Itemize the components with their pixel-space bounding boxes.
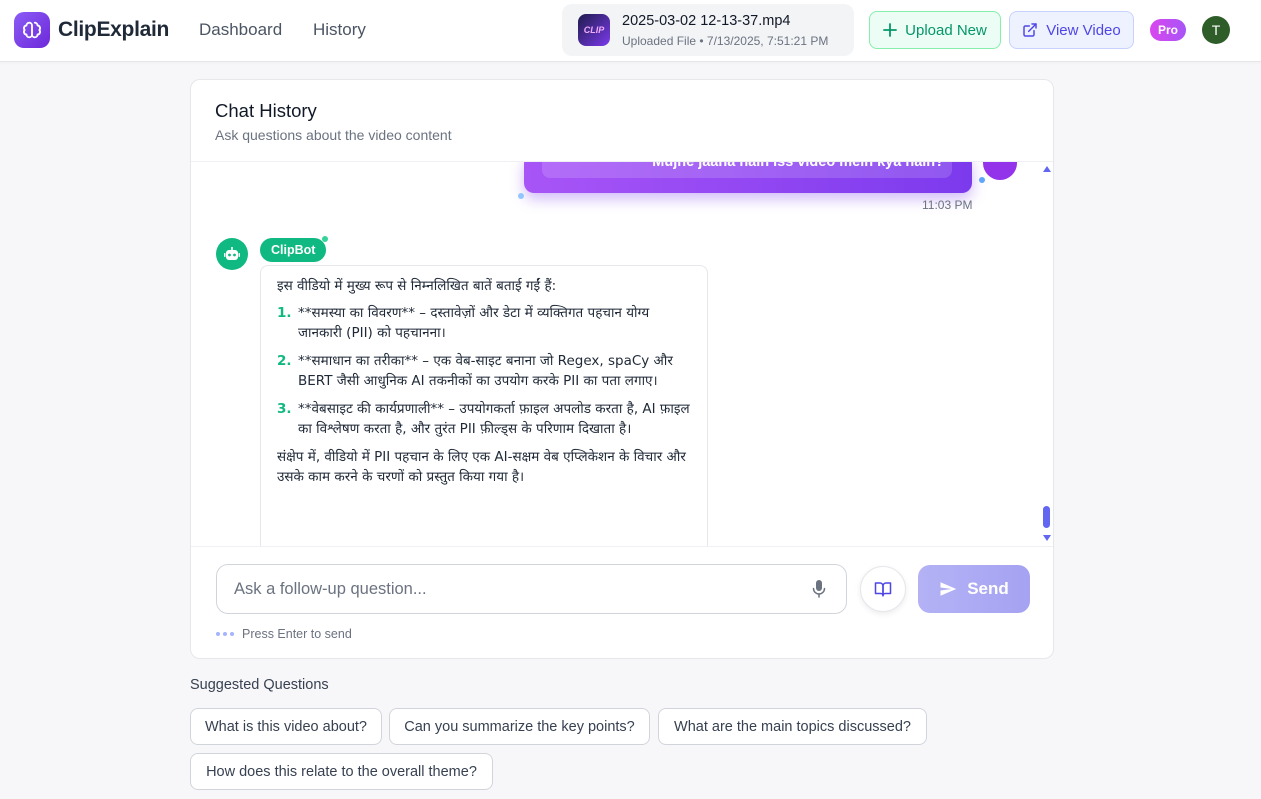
app-name: ClipExplain: [58, 18, 170, 41]
logo[interactable]: ClipExplain: [14, 12, 169, 48]
bot-summary-text: संक्षेप में, वीडियो में PII पहचान के लिए…: [277, 449, 686, 485]
brain-icon: [14, 12, 50, 48]
top-header: ClipExplain Dashboard History CLIP 2025-…: [0, 0, 1261, 62]
robot-icon: [216, 238, 248, 270]
chat-title: Chat History: [215, 100, 317, 121]
file-name: 2025-03-02 12-13-37.mp4: [622, 13, 791, 29]
nav-dashboard-link[interactable]: Dashboard: [199, 20, 282, 40]
user-message-bubble: Mujhe jaana hain iss video mein kya hain…: [524, 162, 972, 193]
upload-new-button[interactable]: Upload New: [869, 11, 1001, 49]
chat-panel: Chat History Ask questions about the vid…: [190, 79, 1054, 659]
list-number: 1.: [277, 305, 292, 321]
list-number: 3.: [277, 401, 292, 417]
user-message-avatar: [983, 162, 1017, 180]
suggestion-chip[interactable]: Can you summarize the key points?: [389, 708, 650, 745]
user-message-text: Mujhe jaana hain iss video mein kya hain…: [652, 162, 944, 170]
scroll-down-arrow-icon[interactable]: [1043, 535, 1051, 541]
send-hint: Press Enter to send: [216, 627, 352, 641]
scroll-up-arrow-icon[interactable]: [1043, 166, 1051, 172]
send-label: Send: [967, 579, 1009, 598]
external-link-icon: [1023, 23, 1037, 37]
view-video-button[interactable]: View Video: [1009, 11, 1134, 49]
list-item-text: **समाधान का तरीका** – एक वेब-साइट बनाना …: [298, 353, 673, 389]
suggestion-chip[interactable]: What are the main topics discussed?: [658, 708, 927, 745]
pro-badge: Pro: [1150, 19, 1186, 41]
message-timestamp: 11:03 PM: [922, 198, 973, 212]
online-indicator: [322, 236, 328, 242]
book-icon: [874, 582, 892, 597]
microphone-icon[interactable]: [811, 580, 827, 598]
upload-new-label: Upload New: [905, 21, 987, 39]
send-button[interactable]: Send: [918, 565, 1030, 613]
file-meta: Uploaded File • 7/13/2025, 7:51:21 PM: [622, 34, 829, 48]
paper-plane-icon: [940, 582, 957, 596]
question-input[interactable]: [216, 564, 847, 614]
list-item: 3. **वेबसाइट की कार्यप्रणाली** – उपयोगकर्…: [277, 399, 691, 439]
bot-intro-text: इस वीडियो में मुख्य रूप से निम्नलिखित बा…: [277, 278, 557, 294]
composer: Send Press Enter to send: [191, 546, 1053, 658]
bot-points-list: 1. **समस्या का विवरण** – दस्तावेज़ों और ड…: [277, 303, 691, 439]
chat-subtitle: Ask questions about the video content: [215, 127, 452, 143]
suggestion-chip[interactable]: How does this relate to the overall them…: [190, 753, 493, 790]
list-item: 1. **समस्या का विवरण** – दस्तावेज़ों और ड…: [277, 303, 691, 343]
scroll-thumb[interactable]: [1043, 506, 1050, 528]
decor-dot: [979, 177, 985, 183]
send-hint-text: Press Enter to send: [242, 627, 352, 641]
view-video-label: View Video: [1046, 21, 1121, 39]
list-item: 2. **समाधान का तरीका** – एक वेब-साइट बनान…: [277, 351, 691, 391]
list-number: 2.: [277, 353, 292, 369]
decor-dot: [518, 193, 524, 199]
message-list[interactable]: Mujhe jaana hain iss video mein kya hain…: [191, 162, 1053, 546]
suggestion-chip[interactable]: What is this video about?: [190, 708, 382, 745]
bot-message-bubble: इस वीडियो में मुख्य रूप से निम्नलिखित बा…: [260, 265, 708, 546]
book-button[interactable]: [860, 566, 906, 612]
suggested-questions-title: Suggested Questions: [190, 677, 329, 693]
chat-scrollbar[interactable]: [1041, 162, 1053, 546]
list-item-text: **वेबसाइट की कार्यप्रणाली** – उपयोगकर्ता…: [298, 401, 690, 437]
user-avatar[interactable]: T: [1202, 16, 1230, 44]
typing-dots: [216, 632, 234, 636]
current-file-card: CLIP 2025-03-02 12-13-37.mp4 Uploaded Fi…: [562, 4, 854, 56]
plus-icon: [883, 23, 898, 37]
chat-header: Chat History Ask questions about the vid…: [191, 80, 1053, 162]
list-item-text: **समस्या का विवरण** – दस्तावेज़ों और डेट…: [298, 305, 650, 341]
bot-name-badge: ClipBot: [260, 238, 327, 262]
video-thumbnail: CLIP: [578, 14, 610, 46]
nav-history-link[interactable]: History: [313, 20, 366, 40]
